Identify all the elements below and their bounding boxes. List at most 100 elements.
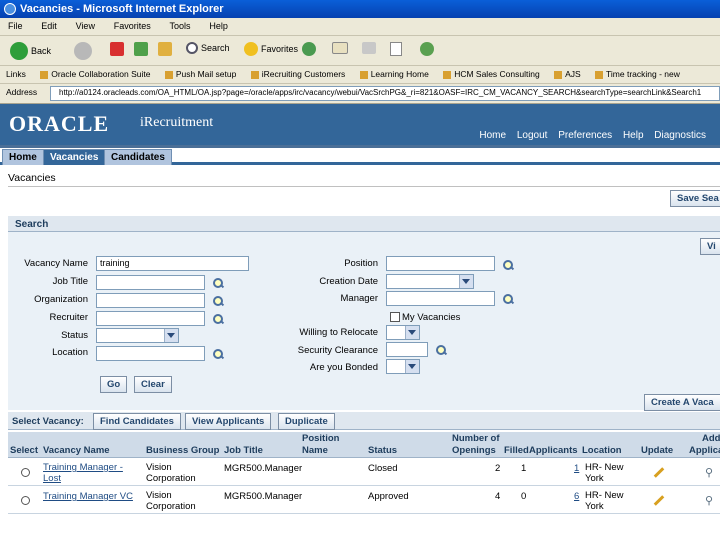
job-title-cell: MGR500.Manager <box>224 491 303 502</box>
position-search-icon[interactable] <box>503 260 513 270</box>
menu-help[interactable]: Help <box>209 21 228 31</box>
home-button[interactable] <box>158 42 172 56</box>
willing-to-relocate-select[interactable] <box>386 325 420 340</box>
search-section-title: Search <box>15 219 49 230</box>
link-time-tracking[interactable]: Time tracking - new <box>595 69 680 79</box>
add-applicant-icon[interactable]: ⚲ <box>705 466 713 479</box>
table-row: Training Manager VC Vision Corporation M… <box>8 486 720 514</box>
create-vacancy-button[interactable]: Create A Vaca <box>644 394 720 411</box>
pencil-icon[interactable] <box>653 467 665 478</box>
row-select-radio[interactable] <box>21 468 30 477</box>
recruiter-input[interactable] <box>96 311 205 326</box>
vacancy-name-input[interactable]: training <box>96 256 249 271</box>
are-you-bonded-select[interactable] <box>386 359 420 374</box>
history-button[interactable] <box>302 42 316 56</box>
address-input[interactable]: http://a0124.oracleads.com/OA_HTML/OA.js… <box>50 86 720 101</box>
location-input[interactable] <box>96 346 205 361</box>
job-title-input[interactable] <box>96 275 205 290</box>
link-push-mail[interactable]: Push Mail setup <box>165 69 236 79</box>
search-button[interactable]: Search <box>186 42 230 54</box>
table-row: Training Manager - Lost Vision Corporati… <box>8 458 720 486</box>
col-update: Update <box>641 445 674 456</box>
back-button[interactable]: Back <box>10 42 51 60</box>
address-bar: Address http://a0124.oracleads.com/OA_HT… <box>0 84 720 104</box>
my-vacancies-checkbox[interactable] <box>390 312 400 322</box>
security-clearance-search-icon[interactable] <box>436 345 446 355</box>
creation-date-label: Creation Date <box>319 276 378 287</box>
link-ajs[interactable]: AJS <box>554 69 581 79</box>
menu-file[interactable]: File <box>8 21 23 31</box>
view-applicants-button[interactable]: View Applicants <box>185 413 272 430</box>
menu-edit[interactable]: Edit <box>41 21 57 31</box>
go-button[interactable]: Go <box>100 376 128 393</box>
willing-to-relocate-label: Willing to Relocate <box>299 327 378 338</box>
print-button[interactable] <box>362 42 376 54</box>
creation-date-select[interactable] <box>386 274 474 289</box>
location-cell-line2: York <box>585 501 604 512</box>
organization-input[interactable] <box>96 293 205 308</box>
link-hcm-sales[interactable]: HCM Sales Consulting <box>443 69 540 79</box>
are-you-bonded-label: Are you Bonded <box>309 362 378 373</box>
duplicate-button[interactable]: Duplicate <box>278 413 335 430</box>
global-link-diagnostics[interactable]: Diagnostics <box>654 130 706 141</box>
favorites-button[interactable]: Favorites <box>244 42 298 56</box>
menu-tools[interactable]: Tools <box>170 21 191 31</box>
applicants-link[interactable]: 1 <box>574 463 579 474</box>
add-applicant-icon[interactable]: ⚲ <box>705 494 713 507</box>
status-select[interactable] <box>96 328 179 343</box>
messenger-button[interactable] <box>420 42 434 56</box>
location-search-icon[interactable] <box>213 349 223 359</box>
stop-button[interactable] <box>110 42 124 56</box>
vacancy-name-link-line2[interactable]: Lost <box>43 473 61 484</box>
find-candidates-button[interactable]: Find Candidates <box>93 413 181 430</box>
vacancy-name-link[interactable]: Training Manager VC <box>43 491 133 502</box>
manager-input[interactable] <box>386 291 495 306</box>
tab-candidates[interactable]: Candidates <box>104 149 172 165</box>
col-vacancy-name[interactable]: Vacancy Name <box>43 446 110 456</box>
col-status: Status <box>368 445 398 456</box>
pencil-icon[interactable] <box>653 495 665 506</box>
home-icon <box>158 42 172 56</box>
print-icon <box>362 42 376 54</box>
forward-button[interactable] <box>74 42 92 60</box>
mail-icon <box>332 42 348 54</box>
views-button[interactable]: Vi <box>700 238 720 255</box>
global-link-preferences[interactable]: Preferences <box>558 130 612 141</box>
refresh-icon <box>134 42 148 56</box>
col-position-name-line2: Name <box>302 445 328 456</box>
job-title-cell: MGR500.Manager <box>224 463 303 474</box>
history-icon <box>302 42 316 56</box>
tab-home[interactable]: Home <box>2 149 44 165</box>
global-link-logout[interactable]: Logout <box>517 130 548 141</box>
security-clearance-input[interactable] <box>386 342 428 357</box>
location-cell: HR- New <box>585 462 624 473</box>
position-input[interactable] <box>386 256 495 271</box>
manager-search-icon[interactable] <box>503 294 513 304</box>
clear-button[interactable]: Clear <box>134 376 172 393</box>
ie-icon <box>4 3 16 15</box>
applicants-link[interactable]: 6 <box>574 491 579 502</box>
refresh-button[interactable] <box>134 42 148 56</box>
global-link-help[interactable]: Help <box>623 130 644 141</box>
product-name: iRecruitment <box>140 115 214 130</box>
tab-vacancies[interactable]: Vacancies <box>43 149 106 165</box>
link-learning-home[interactable]: Learning Home <box>360 69 429 79</box>
global-link-home[interactable]: Home <box>479 130 506 141</box>
job-title-search-icon[interactable] <box>213 278 223 288</box>
col-filled: Filled <box>504 445 529 456</box>
address-label: Address <box>6 87 38 97</box>
link-oracle-collaboration[interactable]: Oracle Collaboration Suite <box>40 69 150 79</box>
word-icon <box>390 42 402 56</box>
edit-button[interactable] <box>390 42 402 56</box>
chevron-down-icon <box>408 364 416 369</box>
organization-search-icon[interactable] <box>213 296 223 306</box>
link-irecruiting-customers[interactable]: iRecruiting Customers <box>251 69 346 79</box>
row-select-radio[interactable] <box>21 496 30 505</box>
menu-favorites[interactable]: Favorites <box>114 21 151 31</box>
menu-view[interactable]: View <box>76 21 95 31</box>
vacancy-name-label: Vacancy Name <box>24 258 88 269</box>
recruiter-search-icon[interactable] <box>213 314 223 324</box>
vacancy-name-link[interactable]: Training Manager - <box>43 462 123 473</box>
mail-button[interactable] <box>332 42 348 54</box>
save-search-button[interactable]: Save Sea <box>670 190 720 207</box>
